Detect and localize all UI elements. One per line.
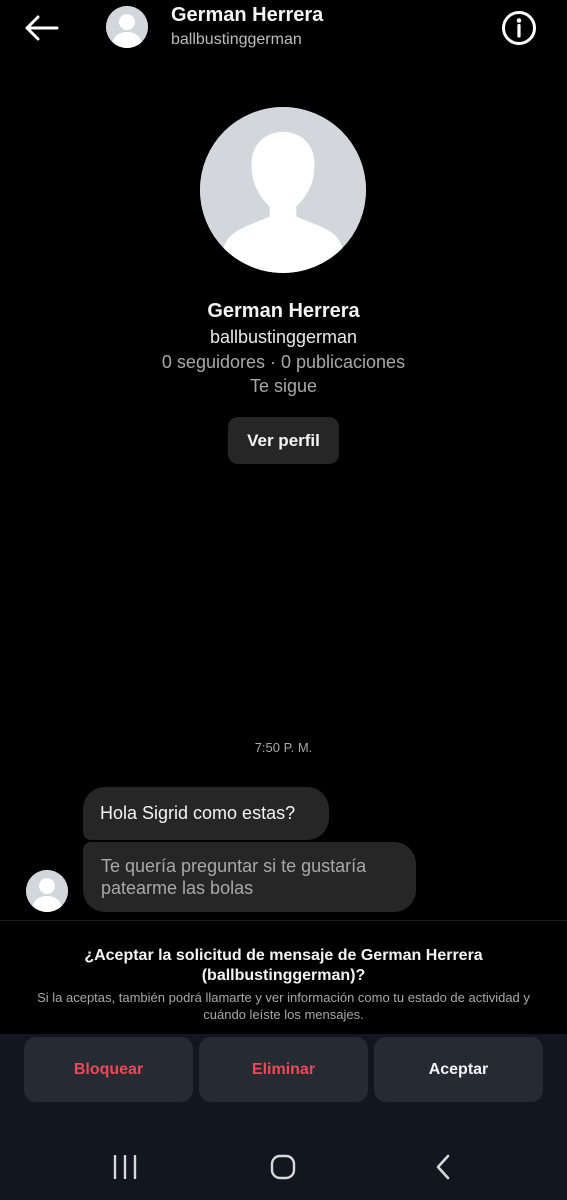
request-title: ¿Aceptar la solicitud de mensaje de Germ… <box>84 947 483 984</box>
back-button[interactable] <box>18 10 64 46</box>
profile-stats: 0 seguidores · 0 publicaciones <box>161 352 406 372</box>
divider <box>0 920 567 921</box>
message-timestamp: 7:50 P. M. <box>254 740 313 755</box>
header-username[interactable]: ballbustinggerman <box>171 31 302 49</box>
sender-avatar[interactable] <box>26 870 68 912</box>
follow-status: Te sigue <box>249 376 318 396</box>
block-button[interactable]: Bloquear <box>24 1037 193 1102</box>
accept-button[interactable]: Aceptar <box>374 1037 543 1102</box>
arrow-left-icon <box>25 15 59 41</box>
profile-username: ballbustinggerman <box>209 327 358 347</box>
header-avatar[interactable] <box>106 6 148 48</box>
back-chevron-icon <box>436 1154 450 1180</box>
home-icon <box>270 1154 296 1180</box>
home-button[interactable] <box>253 1145 313 1189</box>
default-avatar-icon <box>200 107 366 273</box>
default-avatar-icon <box>26 870 68 912</box>
message-bubble[interactable]: Te quería preguntar si te gustaría patea… <box>83 842 416 912</box>
default-avatar-icon <box>106 6 148 48</box>
delete-button[interactable]: Eliminar <box>199 1037 368 1102</box>
system-back-button[interactable] <box>413 1145 473 1189</box>
recents-icon <box>113 1155 137 1179</box>
profile-name: German Herrera <box>207 300 360 322</box>
header-name[interactable]: German Herrera <box>171 4 323 27</box>
request-description: Si la aceptas, también podrá llamarte y … <box>37 990 530 1022</box>
view-profile-button[interactable]: Ver perfil <box>228 417 339 464</box>
profile-avatar <box>200 107 366 273</box>
info-circle-icon <box>502 11 536 45</box>
info-button[interactable] <box>500 9 538 47</box>
message-bubble[interactable]: Hola Sigrid como estas? <box>83 787 329 840</box>
recents-button[interactable] <box>95 1145 155 1189</box>
